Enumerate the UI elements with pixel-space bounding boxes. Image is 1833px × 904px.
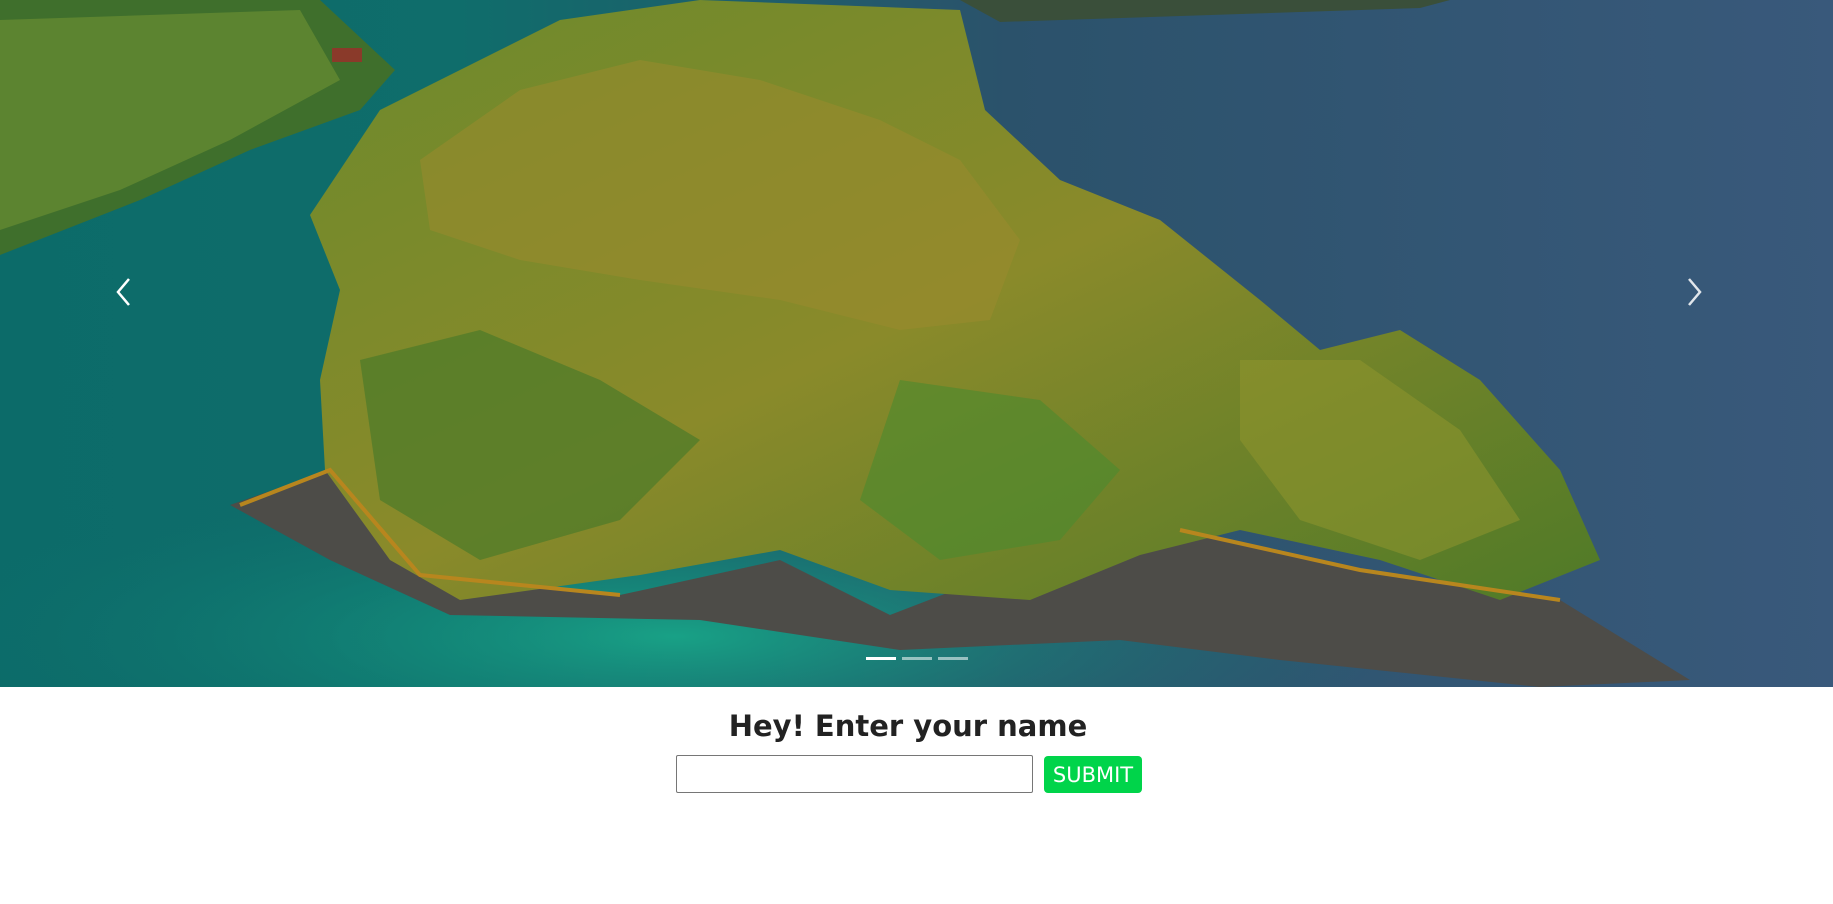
carousel-indicator-3[interactable] — [937, 657, 968, 660]
submit-button[interactable]: SUBMIT — [1044, 756, 1142, 793]
chevron-left-icon — [116, 278, 130, 306]
carousel-indicator-1[interactable] — [865, 657, 896, 660]
carousel-next-button[interactable] — [1664, 242, 1724, 342]
image-carousel — [0, 0, 1833, 687]
carousel-indicators — [0, 657, 1833, 660]
name-input[interactable] — [676, 755, 1033, 793]
chevron-right-icon — [1688, 278, 1702, 306]
carousel-slide-image — [0, 0, 1833, 687]
name-form-header: Hey! Enter your name — [0, 687, 1833, 747]
carousel-prev-button[interactable] — [94, 242, 154, 342]
form-title: Hey! Enter your name — [728, 709, 1088, 743]
carousel-indicator-2[interactable] — [901, 657, 932, 660]
